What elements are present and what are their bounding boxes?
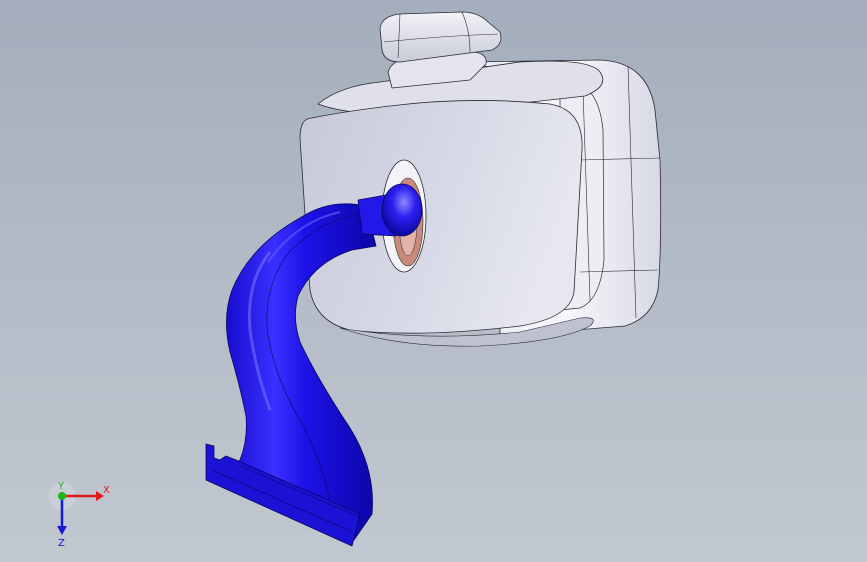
stem-ball [381, 183, 423, 237]
orientation-triad: X Z Y [48, 481, 110, 549]
z-axis-arrow [57, 526, 67, 535]
y-axis-dot [58, 492, 66, 500]
y-axis-label: Y [57, 481, 65, 492]
cad-viewport[interactable] [0, 0, 867, 562]
z-axis-label: Z [58, 538, 65, 549]
x-axis-label: X [103, 485, 110, 496]
housing [299, 11, 662, 347]
